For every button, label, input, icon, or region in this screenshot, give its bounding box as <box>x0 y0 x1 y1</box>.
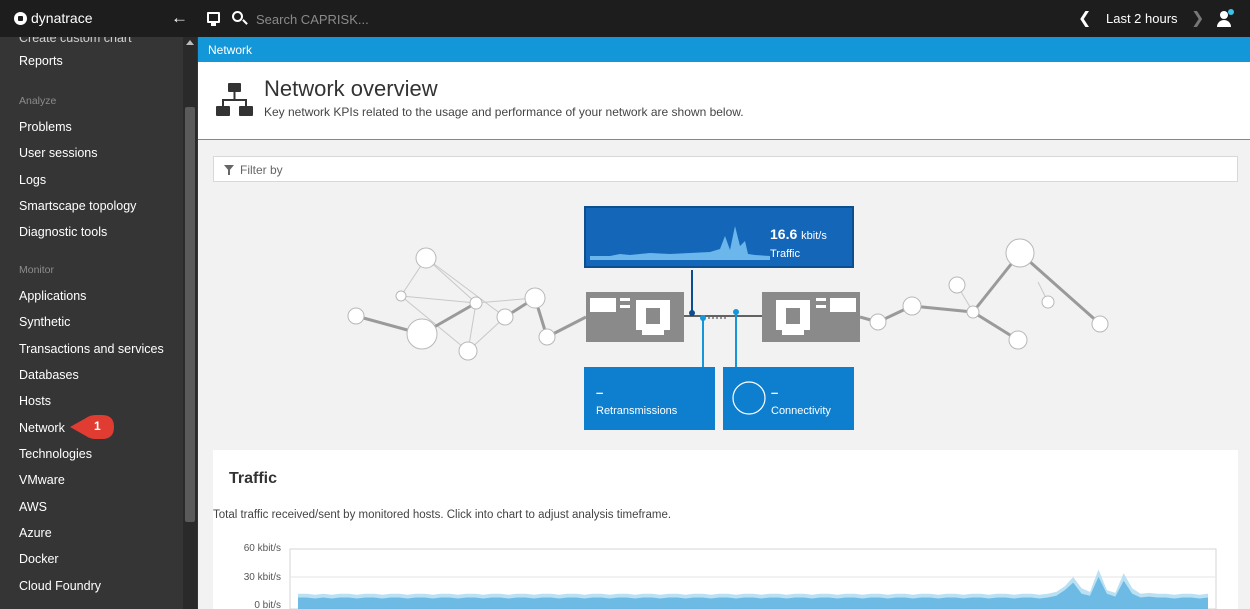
annotation-badge-number: 1 <box>94 419 101 433</box>
sidebar-item-azure[interactable]: Azure <box>19 526 52 540</box>
breadcrumb-network[interactable]: Network <box>208 43 252 57</box>
search-input[interactable] <box>256 9 556 29</box>
user-icon[interactable] <box>1217 9 1234 27</box>
retransmissions-tile[interactable]: – Retransmissions <box>584 367 715 430</box>
sidebar-item-network[interactable]: Network <box>19 421 65 435</box>
right-host-server <box>762 292 860 342</box>
sidebar-item-databases[interactable]: Databases <box>19 368 79 382</box>
timeframe-prev-chevron-icon[interactable]: ❮ <box>1078 8 1091 28</box>
left-host-server <box>586 292 684 342</box>
filter-bar[interactable] <box>213 156 1238 182</box>
network-diagram: 16.6 kbit/s Traffic – Retransmissions – … <box>198 190 1250 440</box>
retransmissions-value: – <box>596 385 604 400</box>
sidebar-scrollbar-thumb[interactable] <box>185 107 195 522</box>
filter-input[interactable] <box>240 161 740 179</box>
network-icon <box>216 83 253 116</box>
traffic-card: Traffic Total traffic received/sent by m… <box>213 450 1238 609</box>
sidebar-item-technologies[interactable]: Technologies <box>19 447 92 461</box>
connectivity-tile[interactable]: – Connectivity <box>723 367 854 430</box>
sidebar-item-synthetic[interactable]: Synthetic <box>19 315 70 329</box>
sidebar-item-diagnostic-tools[interactable]: Diagnostic tools <box>19 225 107 239</box>
sidebar-item-user-sessions[interactable]: User sessions <box>19 146 98 160</box>
dynatrace-logo-icon <box>14 11 27 25</box>
sidebar-item-smartscape-topology[interactable]: Smartscape topology <box>19 199 136 213</box>
sidebar-item-create-custom-chart[interactable]: Create custom chart <box>19 37 132 45</box>
traffic-chart[interactable] <box>213 450 1238 609</box>
sidebar: Create custom chart Reports Analyze Prob… <box>0 37 198 609</box>
breadcrumb: Network <box>198 37 1250 62</box>
sidebar-item-problems[interactable]: Problems <box>19 120 72 134</box>
filter-icon <box>224 165 234 175</box>
collapse-menu-arrow-icon[interactable]: ← <box>171 8 188 28</box>
sidebar-item-cloud-foundry[interactable]: Cloud Foundry <box>19 579 101 593</box>
sidebar-item-logs[interactable]: Logs <box>19 173 46 187</box>
timeframe-selector[interactable]: Last 2 hours <box>1106 11 1178 26</box>
search-icon[interactable] <box>232 11 243 22</box>
scroll-up-arrow-icon[interactable] <box>186 40 194 45</box>
monitor-icon[interactable] <box>207 12 220 26</box>
sidebar-item-applications[interactable]: Applications <box>19 289 86 303</box>
sidebar-heading-monitor: Monitor <box>19 264 55 276</box>
dynatrace-logo[interactable]: dynatrace <box>14 10 92 26</box>
sidebar-item-transactions-and-services[interactable]: Transactions and services <box>19 342 164 356</box>
top-bar: dynatrace ← ❮ Last 2 hours ❯ <box>0 0 1250 37</box>
sidebar-item-hosts[interactable]: Hosts <box>19 394 51 408</box>
sidebar-item-aws[interactable]: AWS <box>19 500 47 514</box>
sidebar-heading-analyze: Analyze <box>19 95 57 107</box>
page-title: Network overview <box>264 76 438 101</box>
timeframe-next-chevron-icon[interactable]: ❯ <box>1191 8 1204 28</box>
traffic-value: 16.6 kbit/s <box>770 226 827 242</box>
sidebar-item-reports[interactable]: Reports <box>19 54 63 68</box>
retransmissions-label: Retransmissions <box>596 405 678 417</box>
logo-text: dynatrace <box>31 10 93 26</box>
connectivity-ring-icon <box>732 381 766 415</box>
connectivity-value: – <box>771 385 779 400</box>
sidebar-item-docker[interactable]: Docker <box>19 552 59 566</box>
traffic-sparkline <box>590 226 770 260</box>
traffic-label: Traffic <box>770 248 800 260</box>
sidebar-item-vmware[interactable]: VMware <box>19 473 65 487</box>
connectivity-label: Connectivity <box>771 405 831 417</box>
annotation-badge: 1 <box>68 413 116 441</box>
page-header: Network overview Key network KPIs relate… <box>198 62 1250 140</box>
traffic-tile[interactable]: 16.6 kbit/s Traffic <box>584 206 854 268</box>
page-subtitle: Key network KPIs related to the usage an… <box>264 105 744 119</box>
